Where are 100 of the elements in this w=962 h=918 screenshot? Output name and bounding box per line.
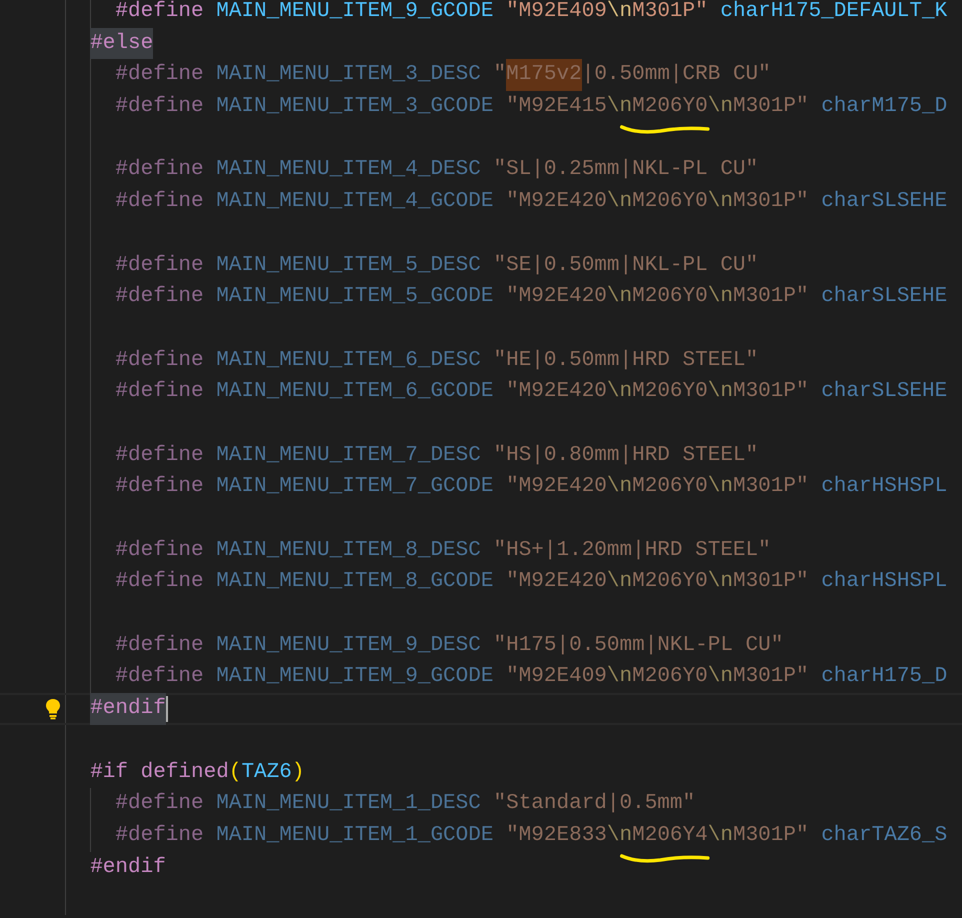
string-literal: "M92E420	[506, 569, 607, 596]
macro-name: MAIN_MENU_ITEM_3_GCODE	[216, 94, 494, 120]
preprocessor-keyword: #define	[115, 157, 204, 184]
escape-sequence: \n	[606, 379, 632, 406]
string-literal: M206Y4	[632, 820, 708, 852]
string-literal: M301P"	[732, 379, 809, 406]
string-literal: M301P"	[732, 569, 809, 596]
string-literal: M301P"	[732, 189, 809, 216]
string-literal: M301P"	[732, 822, 809, 849]
preprocessor-keyword: #define	[115, 822, 204, 849]
macro-name: MAIN_MENU_ITEM_9_DESC	[216, 632, 481, 659]
string-literal: M301P"	[732, 284, 809, 310]
escape-sequence: \n	[708, 822, 733, 849]
preprocessor-keyword: #define	[115, 62, 204, 88]
escape-sequence: \n	[708, 569, 733, 596]
preprocessor-keyword: #if	[90, 760, 128, 786]
string-literal: "HS|0.80mm|HRD STEEL"	[493, 442, 758, 469]
string-literal: "H175|0.50mm|NKL-PL CU"	[493, 632, 784, 659]
preprocessor-keyword: #define	[115, 442, 204, 469]
preprocessor-keyword: #define	[115, 0, 204, 25]
macro-name: MAIN_MENU_ITEM_7_DESC	[216, 442, 481, 469]
string-literal: M301P"	[732, 664, 809, 690]
string-literal: M175v2	[506, 59, 582, 92]
string-literal: "M92E415	[506, 94, 607, 120]
string-literal: M301P"	[732, 94, 809, 120]
preprocessor-keyword: #define	[115, 94, 204, 120]
macro-name: MAIN_MENU_ITEM_9_GCODE	[216, 664, 494, 690]
macro-name: MAIN_MENU_ITEM_8_DESC	[216, 538, 481, 564]
escape-sequence: \n	[606, 822, 632, 849]
string-literal: M206Y0	[632, 664, 708, 690]
preprocessor-keyword: #define	[115, 284, 204, 310]
escape-sequence: \n	[606, 94, 632, 120]
escape-sequence: \n	[708, 284, 733, 310]
escape-sequence: \n	[606, 284, 632, 310]
preprocessor-keyword: #else	[90, 28, 154, 60]
macro-name: MAIN_MENU_ITEM_6_GCODE	[216, 379, 494, 406]
identifier: charH175_DEFAULT_K	[720, 0, 948, 25]
preprocessor-keyword: #define	[115, 252, 204, 278]
macro-name: MAIN_MENU_ITEM_3_DESC	[216, 62, 481, 88]
string-literal: M301P"	[732, 474, 809, 500]
escape-sequence: \n	[708, 189, 733, 216]
escape-sequence: \n	[708, 94, 733, 120]
preprocessor-keyword: #define	[115, 569, 204, 596]
identifier: charHSHSPL	[821, 569, 948, 596]
identifier: charSLSEHE	[821, 379, 948, 406]
string-literal: "M92E420	[506, 284, 607, 310]
preprocessor-keyword: #endif	[90, 693, 166, 725]
preprocessor-keyword: defined	[140, 760, 229, 786]
string-literal: "M92E420	[506, 189, 607, 216]
string-literal: "Standard|0.5mm"	[493, 791, 696, 818]
string-literal: "HE|0.50mm|HRD STEEL"	[493, 348, 758, 374]
escape-sequence: \n	[606, 189, 632, 216]
preprocessor-keyword: #define	[115, 632, 204, 659]
preprocessor-keyword: #define	[115, 348, 204, 374]
string-literal: M206Y0	[632, 189, 708, 216]
string-literal: "SL|0.25mm|NKL-PL CU"	[493, 157, 758, 184]
string-literal: "M92E420	[506, 379, 607, 406]
code-editor[interactable]	[0, 0, 962, 915]
macro-name: MAIN_MENU_ITEM_4_GCODE	[216, 189, 494, 216]
string-literal: "M92E833	[506, 822, 607, 849]
string-literal: M206Y0	[632, 91, 708, 123]
lightbulb-icon[interactable]	[45, 698, 61, 720]
escape-sequence: \n	[708, 474, 733, 500]
parenthesis: (	[228, 760, 242, 786]
preprocessor-keyword: #define	[115, 664, 204, 690]
macro-name: MAIN_MENU_ITEM_4_DESC	[216, 157, 481, 184]
string-literal: M206Y0	[632, 379, 708, 406]
escape-sequence: \n	[708, 379, 733, 406]
identifier: charSLSEHE	[821, 284, 948, 310]
string-literal: M206Y0	[632, 474, 708, 500]
preprocessor-keyword: #define	[115, 474, 204, 500]
string-literal: M206Y0	[632, 569, 708, 596]
macro-name: MAIN_MENU_ITEM_9_GCODE	[216, 0, 494, 25]
string-literal: M206Y0	[632, 284, 708, 310]
preprocessor-keyword: #define	[115, 189, 204, 216]
macro-name: MAIN_MENU_ITEM_7_GCODE	[216, 474, 494, 500]
preprocessor-keyword: #define	[115, 791, 204, 818]
parenthesis: )	[292, 760, 304, 786]
string-literal: M301P"	[632, 0, 708, 25]
escape-sequence: \n	[606, 474, 632, 500]
escape-sequence: \n	[606, 664, 632, 690]
macro-name: TAZ6	[241, 760, 292, 786]
macro-name: MAIN_MENU_ITEM_1_GCODE	[216, 822, 494, 849]
macro-name: MAIN_MENU_ITEM_8_GCODE	[216, 569, 494, 596]
string-literal: "M92E420	[506, 474, 607, 500]
identifier: charSLSEHE	[821, 189, 948, 216]
escape-sequence: \n	[606, 0, 632, 25]
string-literal: "	[493, 62, 506, 88]
identifier: charM175_D	[821, 94, 948, 120]
macro-name: MAIN_MENU_ITEM_6_DESC	[216, 348, 481, 374]
identifier: charH175_D	[821, 664, 948, 690]
string-literal: |0.50mm|CRB CU"	[582, 62, 771, 88]
string-literal: "SE|0.50mm|NKL-PL CU"	[493, 252, 758, 278]
macro-name: MAIN_MENU_ITEM_5_DESC	[216, 252, 481, 278]
preprocessor-keyword: #define	[115, 379, 204, 406]
identifier: charTAZ6_S	[821, 822, 948, 849]
string-literal: "M92E409	[506, 0, 607, 25]
escape-sequence: \n	[708, 664, 733, 690]
identifier: charHSHSPL	[821, 474, 948, 500]
string-literal: "M92E409	[506, 664, 607, 690]
